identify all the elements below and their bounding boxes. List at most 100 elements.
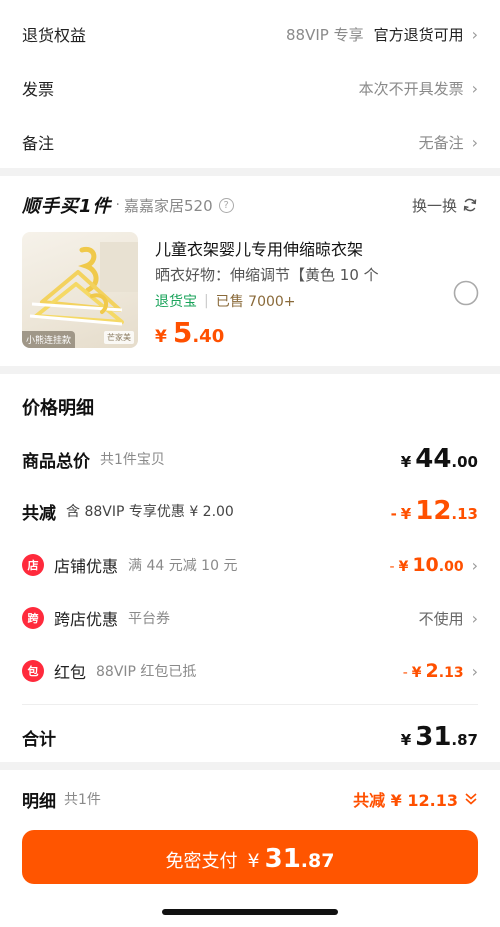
minus-sign: - — [390, 505, 397, 523]
remark-row[interactable]: 备注 无备注 › — [22, 115, 478, 169]
price-detail-card: 价格明细 商品总价 共1件宝贝 ¥ 44 .00 共减 含 88VIP 专享优惠… — [0, 374, 500, 762]
image-tag-right: 芒家美 — [104, 331, 134, 344]
product-subtitle: 晒衣好物：伸缩调节【黄色 10 个 — [155, 266, 379, 284]
cross-shop-label: 跨店优惠 — [54, 610, 119, 629]
total-price-amount: ¥ 44 .00 — [401, 444, 478, 474]
shop-discount-icon: 店 — [22, 554, 44, 576]
reduction-summary-text: 共减 ¥ 12.13 — [353, 791, 458, 810]
pay-currency: ¥ — [247, 850, 260, 872]
shop-discount-currency: ¥ — [398, 559, 409, 575]
price-integer: 5 — [172, 316, 193, 349]
chevron-right-icon: › — [471, 78, 478, 98]
divider — [22, 704, 478, 705]
return-rights-row[interactable]: 退货权益 88VIP 专享 官方退货可用 › — [22, 7, 478, 61]
checkout-bar: 明细 共1件 共减 ¥ 12.13 免密支付 ¥ 31 .87 — [0, 770, 500, 927]
sum-row: 合计 ¥ 31 .87 — [22, 722, 478, 752]
tag-separator: | — [204, 293, 209, 309]
shop-discount-integer: 10 — [412, 554, 439, 576]
switch-label: 换一换 — [411, 196, 457, 215]
cross-shop-icon: 跨 — [22, 607, 44, 629]
select-radio-button[interactable] — [453, 280, 479, 306]
red-packet-row[interactable]: 包 红包 88VIP 红包已抵 - ¥ 2 .13 › — [22, 656, 478, 686]
shop-discount-amount: - ¥ 10 .00 › — [390, 554, 478, 576]
chevron-right-icon: › — [471, 608, 478, 628]
shop-discount-rule: 满 44 元减 10 元 — [128, 558, 238, 574]
minus-sign: - — [402, 665, 408, 681]
invoice-row[interactable]: 发票 本次不开具发票 › — [22, 61, 478, 115]
sum-integer: 31 — [415, 722, 452, 752]
add-on-product-card: 顺手买1件 · 嘉嘉家居520 ? 换一换 小熊连挂款 芒家美 儿童衣架婴儿专用… — [0, 176, 500, 366]
return-rights-label: 退货权益 — [22, 26, 87, 45]
reduction-amount: - ¥ 12 .13 — [391, 496, 478, 526]
chevron-right-icon: › — [471, 132, 478, 152]
cross-shop-value: 不使用 › — [419, 608, 478, 629]
sum-decimal: .87 — [451, 731, 478, 749]
remark-value: 无备注 — [418, 133, 464, 152]
red-packet-icon: 包 — [22, 660, 44, 682]
chevron-right-icon: › — [471, 662, 478, 681]
detail-count: 共1件 — [64, 792, 101, 808]
total-decimal: .00 — [451, 453, 478, 471]
remark-label: 备注 — [22, 134, 55, 153]
chevron-right-icon: › — [471, 24, 478, 44]
product-price: ¥ 5 .40 — [155, 316, 224, 349]
detail-summary-row[interactable]: 明细 共1件 共减 ¥ 12.13 — [22, 784, 478, 814]
red-packet-label: 红包 — [54, 663, 87, 682]
shop-discount-decimal: .00 — [438, 559, 464, 575]
total-price-row: 商品总价 共1件宝贝 ¥ 44 .00 — [22, 444, 478, 474]
pay-decimal: .87 — [300, 850, 335, 872]
official-return-text: 官方退货可用 — [373, 25, 464, 44]
red-packet-amount: - ¥ 2 .13 › — [403, 660, 478, 682]
pay-label: 免密支付 — [165, 851, 238, 872]
red-packet-integer: 2 — [425, 660, 439, 682]
add-on-header: 顺手买1件 · 嘉嘉家居520 ? 换一换 — [22, 192, 478, 218]
total-integer: 44 — [415, 444, 452, 474]
vip-discount-note: 含 88VIP 专享优惠 ¥ 2.00 — [66, 504, 234, 520]
total-price-label: 商品总价 — [22, 451, 90, 472]
sum-currency: ¥ — [400, 731, 412, 749]
price-detail-title: 价格明细 — [22, 398, 94, 419]
invoice-label: 发票 — [22, 80, 55, 99]
separator-dot: · — [115, 197, 120, 213]
product-tags: 退货宝 | 已售 7000+ — [155, 291, 296, 311]
cross-shop-discount-row[interactable]: 跨 跨店优惠 平台券 不使用 › — [22, 603, 478, 633]
vip-exclusive-text: 88VIP 专享 — [285, 25, 364, 44]
price-currency: ¥ — [155, 327, 167, 347]
order-info-card: 退货权益 88VIP 专享 官方退货可用 › 发票 本次不开具发票 › 备注 无… — [0, 0, 500, 168]
chevron-right-icon: › — [471, 556, 478, 575]
pay-integer: 31 — [264, 844, 301, 874]
total-currency: ¥ — [400, 453, 412, 471]
not-used-text: 不使用 — [418, 609, 464, 628]
help-icon[interactable]: ? — [218, 197, 234, 213]
refresh-icon — [463, 198, 477, 212]
invoice-value: 本次不开具发票 — [358, 79, 464, 98]
product-title[interactable]: 儿童衣架婴儿专用伸缩晾衣架 — [155, 236, 363, 260]
reduction-decimal: .13 — [451, 505, 478, 523]
add-on-title: 顺手买1件 — [22, 196, 112, 217]
sold-count-tag: 已售 7000+ — [215, 294, 296, 310]
red-packet-note: 88VIP 红包已抵 — [96, 664, 197, 680]
reduction-label: 共减 — [22, 503, 56, 524]
double-chevron-down-icon — [465, 793, 477, 805]
shop-discount-row[interactable]: 店 店铺优惠 满 44 元减 10 元 - ¥ 10 .00 › — [22, 550, 478, 580]
reduction-currency: ¥ — [400, 505, 412, 523]
sum-amount: ¥ 31 .87 — [401, 722, 478, 752]
price-decimal: .40 — [192, 326, 225, 347]
image-tag-left: 小熊连挂款 — [22, 331, 76, 348]
total-reduction-summary[interactable]: 共减 ¥ 12.13 — [353, 787, 478, 811]
product-image[interactable]: 小熊连挂款 芒家美 — [22, 232, 138, 348]
detail-label: 明细 — [22, 791, 56, 812]
total-reduction-row: 共减 含 88VIP 专享优惠 ¥ 2.00 - ¥ 12 .13 — [22, 496, 478, 526]
platform-coupon-text: 平台券 — [128, 611, 171, 627]
shop-name[interactable]: 嘉嘉家居520 — [124, 195, 213, 216]
minus-sign: - — [389, 559, 395, 575]
total-item-count: 共1件宝贝 — [100, 452, 165, 468]
red-packet-currency: ¥ — [411, 665, 422, 681]
sum-label: 合计 — [22, 729, 56, 750]
return-guarantee-tag: 退货宝 — [155, 294, 197, 310]
red-packet-decimal: .13 — [438, 665, 464, 681]
pay-button[interactable]: 免密支付 ¥ 31 .87 — [22, 830, 478, 884]
switch-button[interactable]: 换一换 — [412, 195, 478, 216]
home-indicator[interactable] — [162, 909, 338, 915]
shop-discount-label: 店铺优惠 — [54, 557, 119, 576]
